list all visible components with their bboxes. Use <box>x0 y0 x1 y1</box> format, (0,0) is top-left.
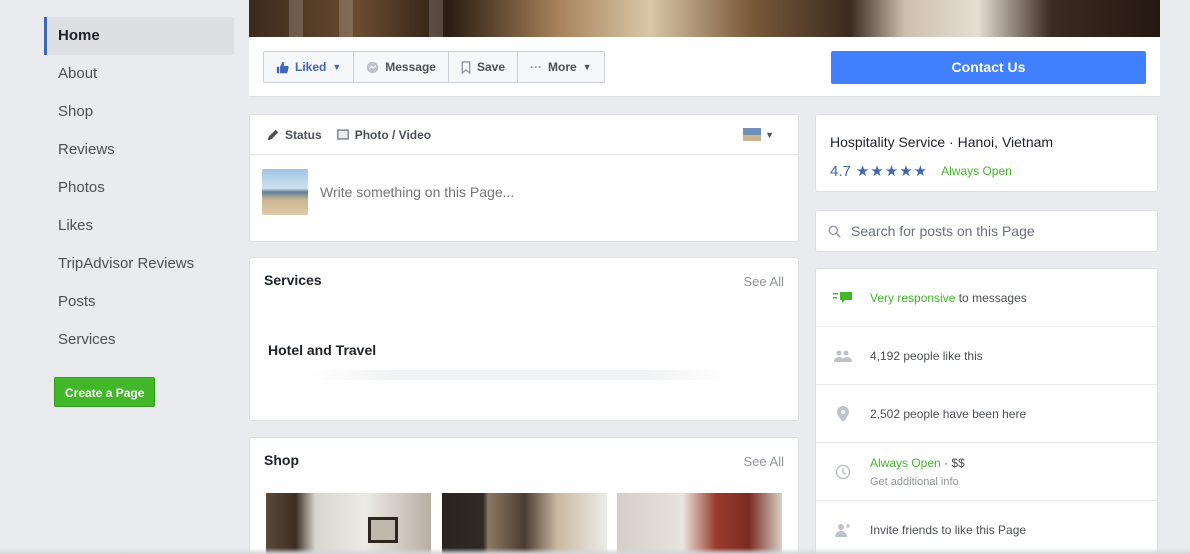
search-icon <box>828 225 841 238</box>
star-rating-icon: ★★★★★ <box>855 163 929 180</box>
page-identity-switcher[interactable]: ▼ <box>743 128 774 141</box>
people-icon <box>832 349 854 363</box>
liked-label: Liked <box>295 60 327 74</box>
page-post-search <box>815 210 1158 252</box>
rating-row[interactable]: 4.7 ★★★★★ Always Open <box>830 162 1012 181</box>
invite-friends-text: Invite friends to like this Page <box>870 523 1027 537</box>
nav-item-home[interactable]: Home <box>44 17 234 55</box>
page-info-card: Hospitality Service · Hanoi, Vietnam 4.7… <box>815 114 1158 192</box>
cover-photo[interactable] <box>249 0 1160 37</box>
pencil-icon <box>267 129 279 140</box>
page-action-bar: Liked ▼ Message Save ··· More ▼ Contact … <box>249 37 1160 97</box>
invite-friends-row[interactable]: Invite friends to like this Page <box>816 501 1157 554</box>
composer-tabs: Status Photo / Video ▼ <box>250 115 798 155</box>
bottom-edge-shadow <box>0 548 1190 554</box>
page-profile-thumbnail <box>262 169 308 215</box>
nav-item-shop[interactable]: Shop <box>44 93 234 131</box>
checkins-text: 2,502 people have been here <box>870 406 1027 421</box>
services-title: Services <box>264 272 322 288</box>
shop-product-photo[interactable] <box>617 493 782 554</box>
photo-icon <box>336 129 349 140</box>
service-item-name[interactable]: Hotel and Travel <box>268 342 376 358</box>
price-range: · $$ <box>940 455 965 470</box>
responsiveness-text: Very responsive to messages <box>870 291 1027 305</box>
page-action-buttons: Liked ▼ Message Save ··· More ▼ <box>263 51 605 83</box>
tab-photo-video[interactable]: Photo / Video <box>336 128 431 142</box>
nav-item-tripadvisor-reviews[interactable]: TripAdvisor Reviews <box>44 245 234 283</box>
page-about-card: Very responsive to messages 4,192 people… <box>815 268 1158 554</box>
services-see-all-link[interactable]: See All <box>744 274 784 289</box>
tab-status[interactable]: Status <box>266 128 322 142</box>
thumbs-up-icon <box>276 61 289 73</box>
hours-open-status: Always Open <box>870 455 941 470</box>
services-section: Services See All Hotel and Travel <box>249 257 799 421</box>
write-post-input[interactable] <box>320 184 786 200</box>
messenger-icon <box>367 61 379 73</box>
save-button[interactable]: Save <box>449 52 518 82</box>
page-avatar-icon <box>743 128 762 141</box>
open-status: Always Open <box>941 164 1012 178</box>
likes-row[interactable]: 4,192 people like this <box>816 327 1157 385</box>
add-friend-icon <box>832 523 854 537</box>
search-posts-input[interactable] <box>851 223 1157 239</box>
create-page-button[interactable]: Create a Page <box>54 377 156 407</box>
business-category[interactable]: Hospitality Service · Hanoi, Vietnam <box>830 134 1053 150</box>
nav-item-services[interactable]: Services <box>44 321 234 359</box>
rating-value: 4.7 <box>830 162 851 180</box>
bookmark-icon <box>461 60 471 74</box>
checkins-row[interactable]: 2,502 people have been here <box>816 385 1157 443</box>
hours-row[interactable]: Always Open · $$ Get additional info <box>816 443 1157 501</box>
caret-down-icon: ▼ <box>332 62 342 72</box>
cover-detail <box>339 0 353 37</box>
nav-item-posts[interactable]: Posts <box>44 283 234 321</box>
shop-section: Shop See All <box>249 437 799 554</box>
shop-product-photo[interactable] <box>266 493 431 554</box>
liked-button[interactable]: Liked ▼ <box>264 52 355 82</box>
message-bubble-icon <box>832 291 854 305</box>
status-label: Status <box>285 127 322 142</box>
page-left-nav: Home About Shop Reviews Photos Likes Tri… <box>44 17 234 407</box>
nav-item-reviews[interactable]: Reviews <box>44 131 234 169</box>
contact-us-button[interactable]: Contact Us <box>831 51 1146 84</box>
save-label: Save <box>476 60 505 74</box>
responsiveness-row[interactable]: Very responsive to messages <box>816 269 1157 327</box>
likes-count-text: 4,192 people like this <box>870 348 983 363</box>
responsiveness-rest: to messages <box>955 290 1027 305</box>
more-label: More <box>548 60 577 74</box>
cover-detail <box>429 0 443 37</box>
nav-item-photos[interactable]: Photos <box>44 169 234 207</box>
nav-item-likes[interactable]: Likes <box>44 207 234 245</box>
caret-down-icon: ▼ <box>582 62 592 72</box>
caret-down-icon: ▼ <box>765 129 774 140</box>
shop-title: Shop <box>264 452 299 468</box>
additional-info-link[interactable]: Get additional info <box>870 476 965 488</box>
more-dots-icon: ··· <box>530 60 542 74</box>
composer-body <box>250 155 798 229</box>
responsiveness-highlight: Very responsive <box>870 290 956 305</box>
cover-detail <box>289 0 303 37</box>
nav-item-about[interactable]: About <box>44 55 234 93</box>
location-pin-icon <box>832 405 854 422</box>
shop-product-photo[interactable] <box>442 493 607 554</box>
shop-see-all-link[interactable]: See All <box>744 454 784 469</box>
clock-icon <box>832 464 854 480</box>
photo-video-label: Photo / Video <box>354 127 432 142</box>
message-button[interactable]: Message <box>354 52 449 82</box>
hours-text: Always Open · $$ Get additional info <box>870 456 965 488</box>
service-description-placeholder <box>310 370 730 380</box>
message-label: Message <box>385 60 436 74</box>
wall-frame <box>368 517 398 543</box>
post-composer: Status Photo / Video ▼ <box>249 114 799 242</box>
more-button[interactable]: ··· More ▼ <box>518 52 604 82</box>
